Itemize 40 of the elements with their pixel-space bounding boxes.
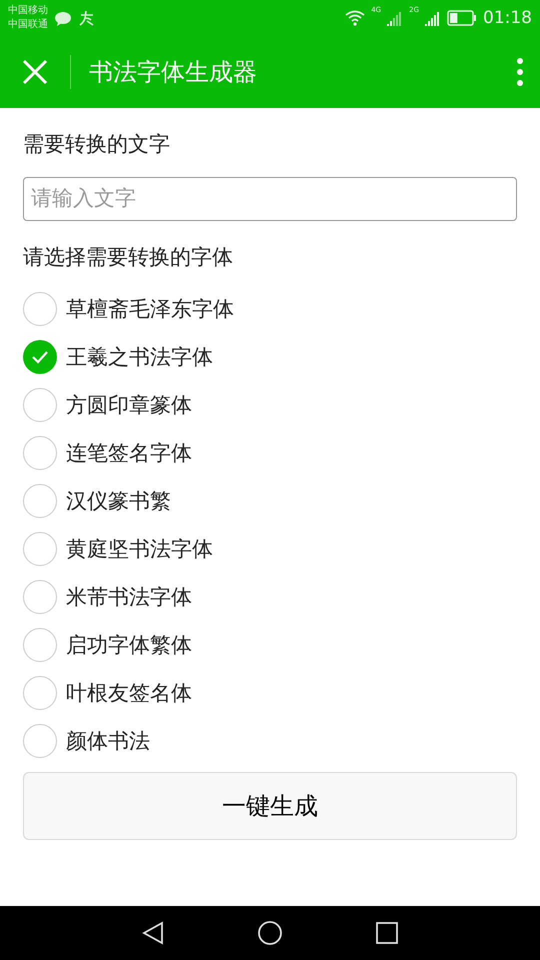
signal-icon	[425, 10, 441, 26]
radio-button[interactable]	[23, 436, 57, 470]
font-option-label: 汉仪篆书繁	[66, 488, 171, 515]
close-button[interactable]	[22, 59, 48, 85]
recents-nav-button[interactable]	[376, 922, 398, 944]
wifi-icon	[345, 10, 366, 26]
font-option-label: 颜体书法	[66, 728, 150, 755]
radio-button[interactable]	[23, 484, 57, 518]
home-nav-button[interactable]	[258, 921, 282, 945]
radio-button[interactable]	[23, 388, 57, 422]
generate-button[interactable]: 一键生成	[23, 772, 517, 840]
radio-button[interactable]	[23, 676, 57, 710]
app-icon	[78, 10, 96, 26]
font-option-label: 启功字体繁体	[66, 632, 192, 659]
clock-time: 01:18	[483, 8, 532, 28]
font-label: 请选择需要转换的字体	[23, 244, 234, 271]
font-option-label: 连笔签名字体	[66, 440, 192, 467]
page-title: 书法字体生成器	[89, 57, 258, 88]
more-menu-button[interactable]	[516, 57, 524, 87]
radio-button[interactable]	[23, 628, 57, 662]
back-nav-button[interactable]	[142, 921, 164, 945]
radio-button[interactable]	[23, 340, 57, 374]
radio-button[interactable]	[23, 532, 57, 566]
font-option-label: 黄庭坚书法字体	[66, 536, 213, 563]
battery-icon	[447, 10, 477, 26]
text-label: 需要转换的文字	[23, 131, 171, 158]
text-input-field[interactable]: 请输入文字	[23, 177, 517, 221]
radio-button[interactable]	[23, 292, 57, 326]
font-option-label: 叶根友签名体	[66, 680, 192, 707]
radio-button[interactable]	[23, 580, 57, 614]
signal-icon	[387, 10, 404, 26]
chat-bubble-icon	[54, 10, 72, 26]
checkmark-icon	[31, 350, 49, 364]
radio-button[interactable]	[23, 724, 57, 758]
font-option-label: 王羲之书法字体	[66, 344, 213, 371]
font-option-label: 米芾书法字体	[66, 584, 192, 611]
font-option-label: 草檀斋毛泽东字体	[66, 296, 234, 323]
carrier-name: 中国联通	[8, 18, 48, 32]
font-option-label: 方圆印章篆体	[66, 392, 192, 419]
carrier-name: 中国移动	[8, 4, 48, 18]
